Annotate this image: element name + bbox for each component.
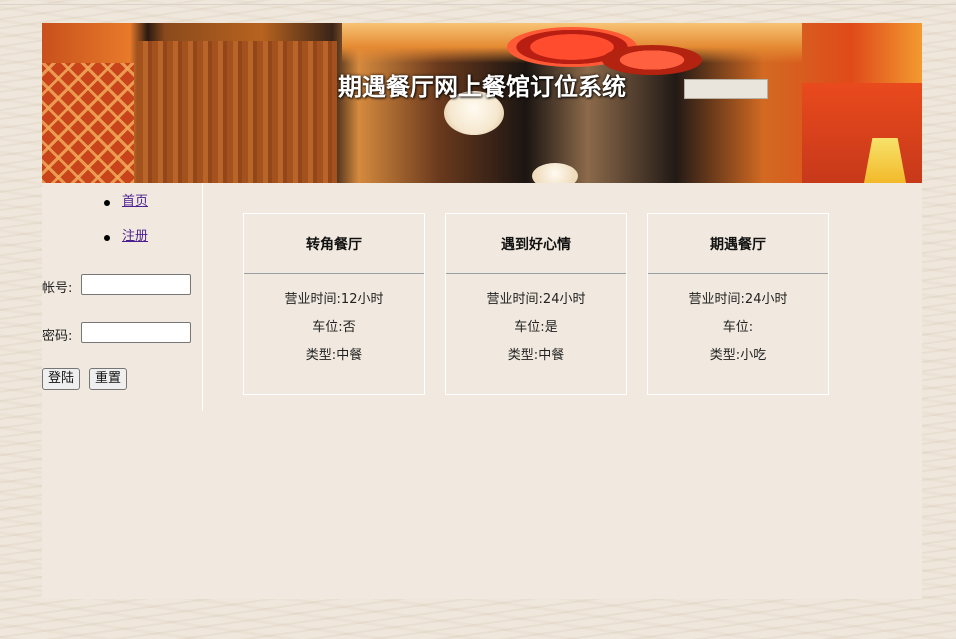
card-divider — [244, 273, 424, 274]
login-button[interactable]: 登陆 — [42, 368, 81, 390]
page-container: 期遇餐厅网上餐馆订位系统 首页 注册 帐号: 密码: 登陆 重置 转角餐厅 营业… — [42, 23, 922, 599]
type-value: 中餐 — [538, 348, 565, 363]
card-divider — [648, 273, 828, 274]
nav-item-home: 首页 — [104, 193, 148, 228]
restaurant-type: 类型:中餐 — [446, 344, 626, 363]
nav-link-home[interactable]: 首页 — [122, 194, 148, 209]
restaurant-hours: 营业时间:24小时 — [648, 288, 828, 307]
account-input[interactable] — [81, 274, 191, 295]
hours-label: 营业时间: — [486, 292, 543, 307]
restaurant-hours: 营业时间:12小时 — [244, 288, 424, 307]
parking-value: 是 — [544, 320, 558, 335]
restaurant-card[interactable]: 期遇餐厅 营业时间:24小时 车位: 类型:小吃 — [647, 213, 829, 395]
type-label: 类型: — [709, 348, 741, 363]
hours-label: 营业时间: — [688, 292, 745, 307]
restaurant-type: 类型:中餐 — [244, 344, 424, 363]
parking-label: 车位: — [722, 320, 754, 335]
password-label: 密码: — [42, 329, 73, 344]
password-row: 密码: — [42, 322, 202, 344]
bullet-icon — [104, 235, 110, 241]
restaurant-parking: 车位:否 — [244, 316, 424, 335]
hours-value: 12小时 — [340, 292, 384, 307]
card-divider — [446, 273, 626, 274]
nav-link-register[interactable]: 注册 — [122, 229, 148, 244]
restaurant-parking: 车位: — [648, 316, 828, 335]
banner-pendant-lamp-2 — [532, 163, 578, 183]
restaurant-card[interactable]: 转角餐厅 营业时间:12小时 车位:否 类型:中餐 — [243, 213, 425, 395]
type-value: 小吃 — [740, 348, 767, 363]
type-label: 类型: — [507, 348, 539, 363]
login-buttons-row: 登陆 重置 — [42, 368, 202, 390]
restaurant-name[interactable]: 遇到好心情 — [446, 234, 626, 254]
restaurant-type: 类型:小吃 — [648, 344, 828, 363]
header-banner: 期遇餐厅网上餐馆订位系统 — [42, 23, 922, 183]
restaurant-hours: 营业时间:24小时 — [446, 288, 626, 307]
parking-label: 车位: — [312, 320, 343, 335]
nav-item-register: 注册 — [104, 228, 148, 263]
account-label: 帐号: — [42, 281, 73, 296]
banner-wood-pillar — [137, 41, 337, 183]
parking-value: 否 — [342, 320, 356, 335]
hours-value: 24小时 — [744, 292, 788, 307]
password-input[interactable] — [81, 322, 191, 343]
site-title: 期遇餐厅网上餐馆订位系统 — [338, 73, 626, 101]
type-value: 中餐 — [336, 348, 363, 363]
restaurant-card[interactable]: 遇到好心情 营业时间:24小时 车位:是 类型:中餐 — [445, 213, 627, 395]
top-divider — [0, 4, 956, 5]
hours-value: 24小时 — [542, 292, 586, 307]
type-label: 类型: — [305, 348, 337, 363]
restaurant-parking: 车位:是 — [446, 316, 626, 335]
account-row: 帐号: — [42, 274, 202, 296]
parking-label: 车位: — [514, 320, 545, 335]
restaurant-name[interactable]: 转角餐厅 — [244, 234, 424, 254]
reset-button[interactable]: 重置 — [89, 368, 128, 390]
bullet-icon — [104, 200, 110, 206]
hours-label: 营业时间: — [284, 292, 341, 307]
restaurant-name[interactable]: 期遇餐厅 — [648, 234, 828, 254]
sidebar: 首页 注册 帐号: 密码: 登陆 重置 — [42, 183, 203, 411]
nav-list: 首页 注册 — [104, 193, 148, 263]
